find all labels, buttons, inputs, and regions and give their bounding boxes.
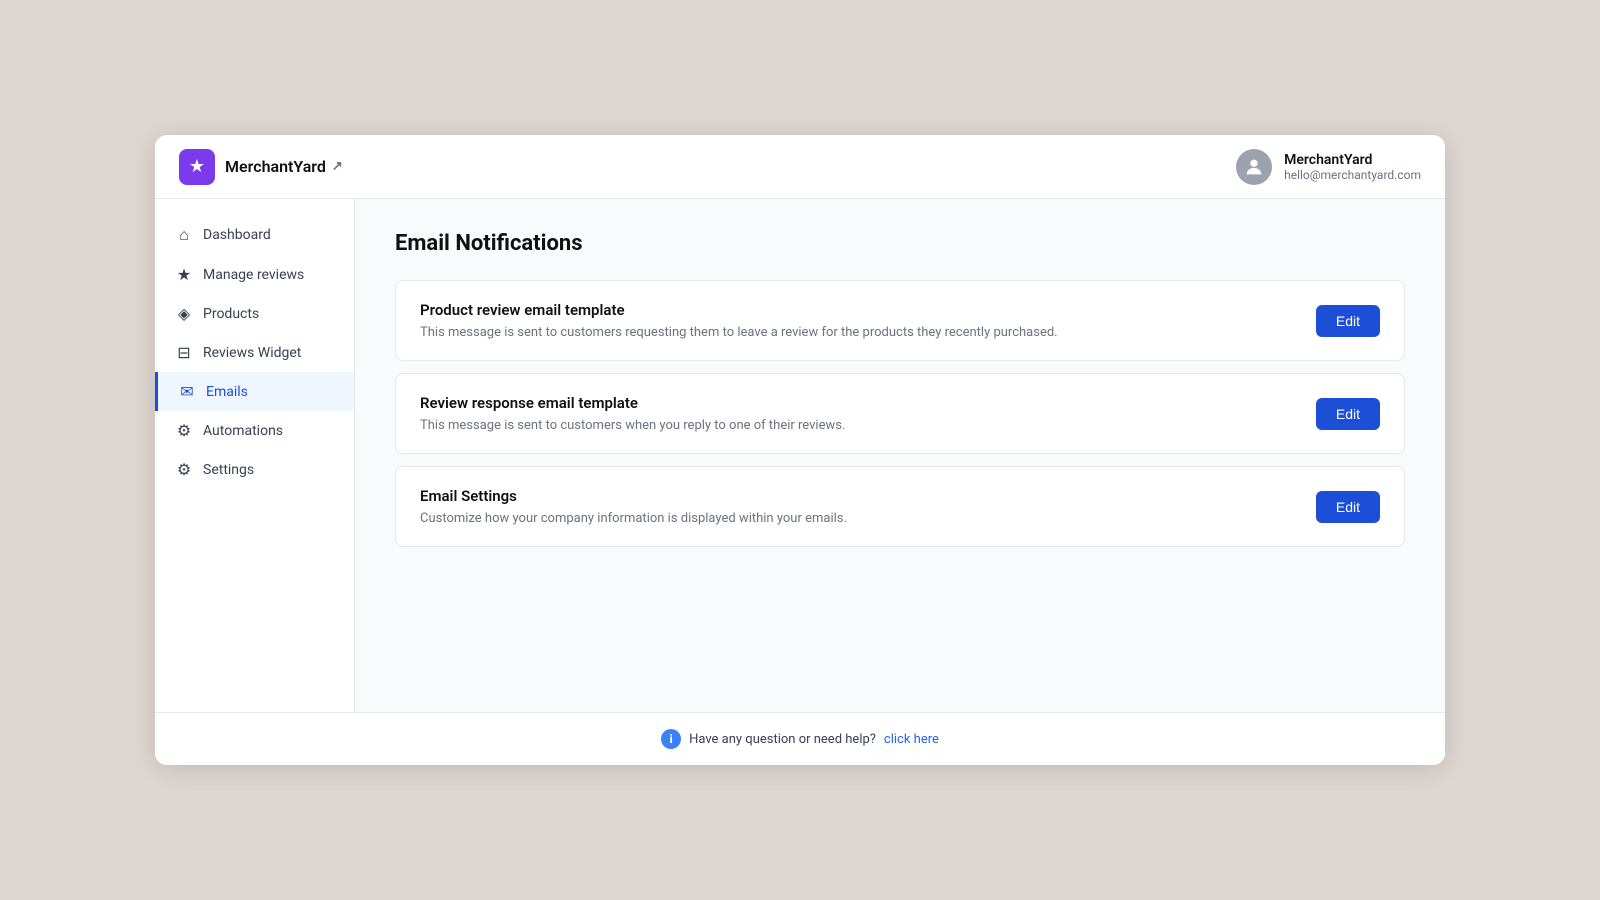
external-link-icon[interactable]: ↗	[332, 159, 343, 174]
page-title: Email Notifications	[395, 231, 1405, 256]
logo-icon: ★	[179, 149, 215, 185]
card-content-product-review-template: Product review email template This messag…	[420, 301, 1058, 340]
user-name: MerchantYard	[1284, 152, 1421, 168]
app-window: ★ MerchantYard ↗ MerchantYard hello@merc…	[155, 135, 1445, 765]
card-desc-product-review-template: This message is sent to customers reques…	[420, 325, 1058, 340]
reviews-widget-icon: ⊟	[175, 343, 193, 362]
user-email: hello@merchantyard.com	[1284, 168, 1421, 182]
emails-icon: ✉	[178, 382, 196, 401]
sidebar-item-label-automations: Automations	[203, 423, 283, 439]
card-content-review-response-template: Review response email template This messa…	[420, 394, 845, 433]
automations-icon: ⚙	[175, 421, 193, 440]
card-email-settings: Email Settings Customize how your company…	[395, 466, 1405, 547]
body: ⌂ Dashboard ★ Manage reviews ◈ Products ⊟ Revie…	[155, 199, 1445, 712]
help-link[interactable]: click here	[884, 732, 939, 747]
avatar	[1236, 149, 1272, 185]
header: ★ MerchantYard ↗ MerchantYard hello@merc…	[155, 135, 1445, 199]
help-text: Have any question or need help?	[689, 732, 876, 747]
sidebar-item-label-reviews-widget: Reviews Widget	[203, 345, 301, 361]
card-title-review-response-template: Review response email template	[420, 394, 845, 412]
edit-button-product-review-template[interactable]: Edit	[1316, 305, 1380, 337]
sidebar-item-automations[interactable]: ⚙ Automations	[155, 411, 354, 450]
sidebar-item-settings[interactable]: ⚙ Settings	[155, 450, 354, 489]
header-left: ★ MerchantYard ↗	[179, 149, 343, 185]
sidebar-item-label-manage-reviews: Manage reviews	[203, 267, 304, 283]
card-desc-email-settings: Customize how your company information i…	[420, 511, 847, 526]
user-info: MerchantYard hello@merchantyard.com	[1284, 152, 1421, 182]
sidebar-item-manage-reviews[interactable]: ★ Manage reviews	[155, 255, 354, 294]
products-icon: ◈	[175, 304, 193, 323]
settings-icon: ⚙	[175, 460, 193, 479]
card-desc-review-response-template: This message is sent to customers when y…	[420, 418, 845, 433]
app-title: MerchantYard ↗	[225, 157, 343, 176]
sidebar-item-emails[interactable]: ✉ Emails	[155, 372, 354, 411]
sidebar-item-products[interactable]: ◈ Products	[155, 294, 354, 333]
sidebar-item-label-products: Products	[203, 306, 259, 322]
manage-reviews-icon: ★	[175, 265, 193, 284]
sidebar-item-label-settings: Settings	[203, 462, 254, 478]
edit-button-email-settings[interactable]: Edit	[1316, 491, 1380, 523]
card-title-email-settings: Email Settings	[420, 487, 847, 505]
footer-help: i Have any question or need help? click …	[155, 712, 1445, 765]
sidebar: ⌂ Dashboard ★ Manage reviews ◈ Products ⊟ Revie…	[155, 199, 355, 712]
sidebar-item-dashboard[interactable]: ⌂ Dashboard	[155, 215, 354, 255]
sidebar-item-label-emails: Emails	[206, 384, 248, 400]
main-content: Email Notifications Product review email…	[355, 199, 1445, 712]
card-title-product-review-template: Product review email template	[420, 301, 1058, 319]
card-product-review-template: Product review email template This messag…	[395, 280, 1405, 361]
info-icon: i	[661, 729, 681, 749]
sidebar-item-label-dashboard: Dashboard	[203, 227, 271, 243]
sidebar-item-reviews-widget[interactable]: ⊟ Reviews Widget	[155, 333, 354, 372]
dashboard-icon: ⌂	[175, 225, 193, 245]
header-right: MerchantYard hello@merchantyard.com	[1236, 149, 1421, 185]
edit-button-review-response-template[interactable]: Edit	[1316, 398, 1380, 430]
card-review-response-template: Review response email template This messa…	[395, 373, 1405, 454]
card-content-email-settings: Email Settings Customize how your company…	[420, 487, 847, 526]
